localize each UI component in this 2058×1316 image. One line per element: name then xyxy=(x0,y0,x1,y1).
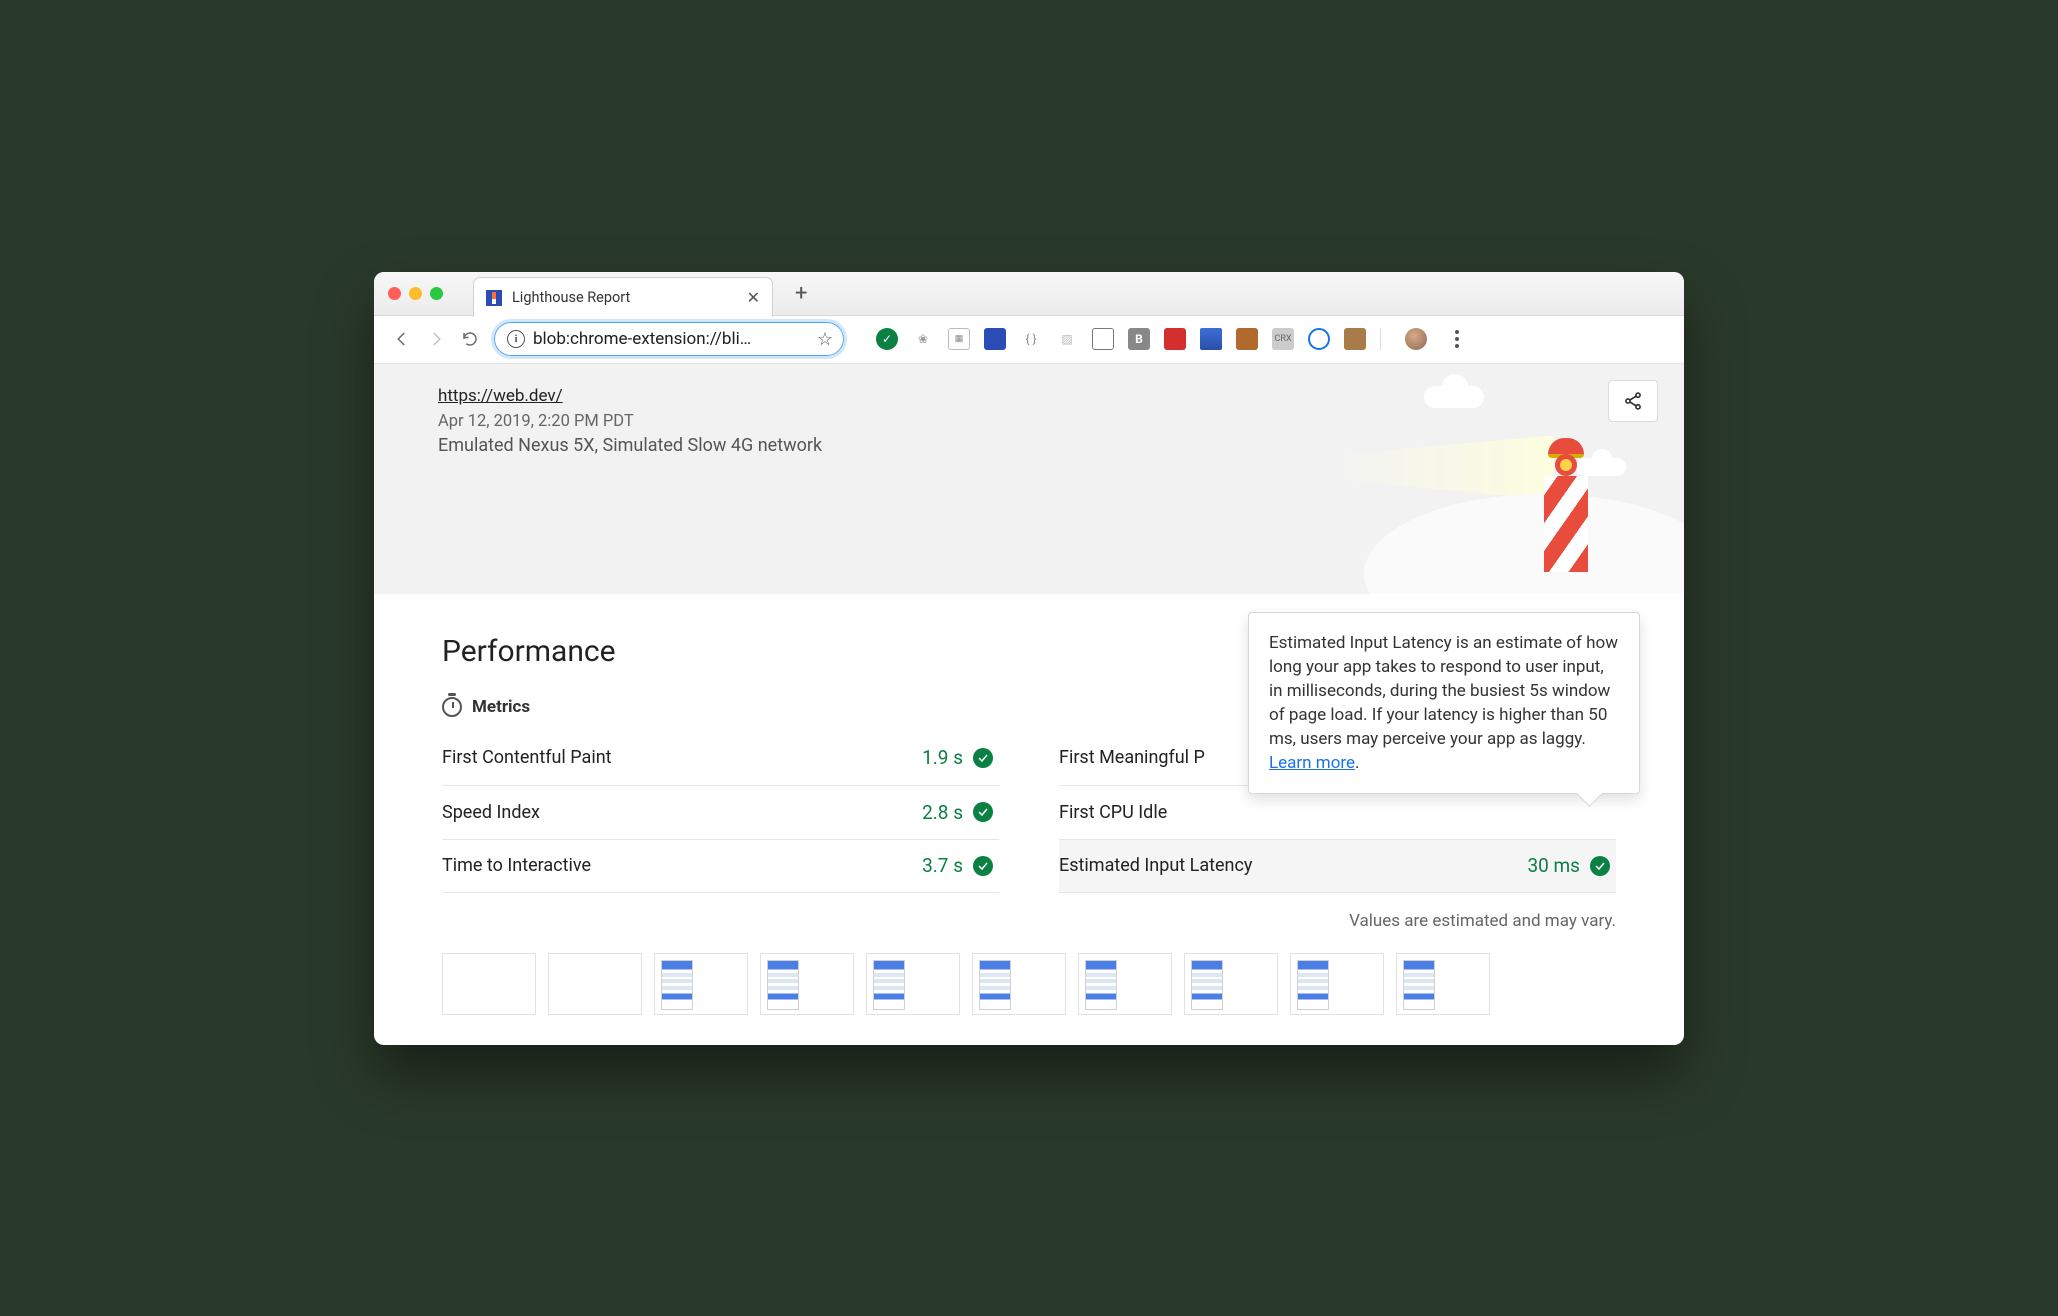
extension-icon[interactable]: ▦ xyxy=(948,328,970,350)
tab-close-icon[interactable]: ✕ xyxy=(747,288,760,307)
toolbar-divider xyxy=(1380,328,1381,350)
extensions-row: ✓ ❀ ▦ { } ▨ B CRX xyxy=(876,328,1459,350)
pass-check-icon xyxy=(1590,856,1610,876)
address-bar[interactable]: i blob:chrome-extension://bli… ☆ xyxy=(494,322,844,356)
extension-icon[interactable]: ▨ xyxy=(1056,328,1078,350)
metric-row-estimated-input-latency[interactable]: Estimated Input Latency 30 ms xyxy=(1059,839,1616,893)
report-url[interactable]: https://web.dev/ xyxy=(438,386,563,406)
extension-icon[interactable]: { } xyxy=(1020,328,1042,350)
metric-value: 2.8 s xyxy=(922,801,963,824)
extension-icon[interactable] xyxy=(1236,328,1258,350)
extension-icon[interactable] xyxy=(1200,328,1222,350)
browser-menu-button[interactable] xyxy=(1455,330,1459,348)
metric-row[interactable]: Time to Interactive 3.7 s xyxy=(442,839,999,893)
filmstrip-thumb[interactable] xyxy=(654,953,748,1015)
metric-name: Time to Interactive xyxy=(442,855,591,876)
filmstrip-thumb[interactable] xyxy=(1396,953,1490,1015)
cloud-decoration xyxy=(1424,386,1484,408)
metric-name: Speed Index xyxy=(442,802,540,823)
report-timestamp: Apr 12, 2019, 2:20 PM PDT xyxy=(438,412,1654,431)
lighthouse-favicon-icon xyxy=(486,290,502,306)
profile-avatar[interactable] xyxy=(1405,328,1427,350)
browser-window: Lighthouse Report ✕ + i blob:chrome-exte… xyxy=(374,272,1684,1045)
pass-check-icon xyxy=(973,802,993,822)
filmstrip-thumb[interactable] xyxy=(1290,953,1384,1015)
filmstrip-thumb[interactable] xyxy=(1184,953,1278,1015)
browser-toolbar: i blob:chrome-extension://bli… ☆ ✓ ❀ ▦ {… xyxy=(374,316,1684,364)
metric-value: 3.7 s xyxy=(922,854,963,877)
extension-icon[interactable] xyxy=(984,328,1006,350)
forward-button[interactable] xyxy=(426,329,446,349)
titlebar: Lighthouse Report ✕ + xyxy=(374,272,1684,316)
bookmark-star-icon[interactable]: ☆ xyxy=(817,329,833,350)
learn-more-link[interactable]: Learn more xyxy=(1269,753,1355,773)
filmstrip-thumb[interactable] xyxy=(760,953,854,1015)
reload-button[interactable] xyxy=(460,329,480,349)
extension-icon[interactable]: ❀ xyxy=(912,328,934,350)
extension-icon[interactable] xyxy=(1308,328,1330,350)
metric-value: 1.9 s xyxy=(922,746,963,769)
filmstrip-thumb[interactable] xyxy=(972,953,1066,1015)
metric-name: Estimated Input Latency xyxy=(1059,855,1252,876)
share-button[interactable] xyxy=(1608,380,1658,422)
window-minimize-button[interactable] xyxy=(409,287,422,300)
metric-name: First Meaningful P xyxy=(1059,747,1205,768)
filmstrip xyxy=(442,953,1616,1015)
tab-title: Lighthouse Report xyxy=(512,289,737,306)
metric-name: First Contentful Paint xyxy=(442,747,612,768)
extension-icon[interactable]: CRX xyxy=(1272,328,1294,350)
lighthouse-report: https://web.dev/ Apr 12, 2019, 2:20 PM P… xyxy=(374,364,1684,1045)
filmstrip-thumb[interactable] xyxy=(442,953,536,1015)
new-tab-button[interactable]: + xyxy=(795,281,807,306)
extension-icon[interactable] xyxy=(1092,328,1114,350)
metric-row[interactable]: First Contentful Paint 1.9 s xyxy=(442,731,999,785)
pass-check-icon xyxy=(973,856,993,876)
back-button[interactable] xyxy=(392,329,412,349)
tooltip-text: Estimated Input Latency is an estimate o… xyxy=(1269,633,1618,750)
site-info-icon[interactable]: i xyxy=(507,330,525,348)
metric-value: 30 ms xyxy=(1527,854,1580,877)
extension-icon[interactable]: ✓ xyxy=(876,328,898,350)
values-footnote: Values are estimated and may vary. xyxy=(442,911,1616,931)
metric-tooltip: Estimated Input Latency is an estimate o… xyxy=(1248,612,1640,795)
filmstrip-thumb[interactable] xyxy=(548,953,642,1015)
metric-name: First CPU Idle xyxy=(1059,802,1167,823)
metric-row[interactable]: Speed Index 2.8 s xyxy=(442,785,999,839)
lighthouse-illustration xyxy=(1544,438,1588,572)
window-zoom-button[interactable] xyxy=(430,287,443,300)
metrics-label: Metrics xyxy=(472,697,530,717)
window-close-button[interactable] xyxy=(388,287,401,300)
extension-icon[interactable]: B xyxy=(1128,328,1150,350)
url-text: blob:chrome-extension://bli… xyxy=(533,329,809,349)
stopwatch-icon xyxy=(442,697,462,717)
pass-check-icon xyxy=(973,748,993,768)
report-header: https://web.dev/ Apr 12, 2019, 2:20 PM P… xyxy=(374,364,1684,594)
extension-icon[interactable] xyxy=(1344,328,1366,350)
filmstrip-thumb[interactable] xyxy=(866,953,960,1015)
browser-tab[interactable]: Lighthouse Report ✕ xyxy=(473,277,773,317)
filmstrip-thumb[interactable] xyxy=(1078,953,1172,1015)
hill-decoration xyxy=(1364,494,1684,594)
extension-icon[interactable] xyxy=(1164,328,1186,350)
